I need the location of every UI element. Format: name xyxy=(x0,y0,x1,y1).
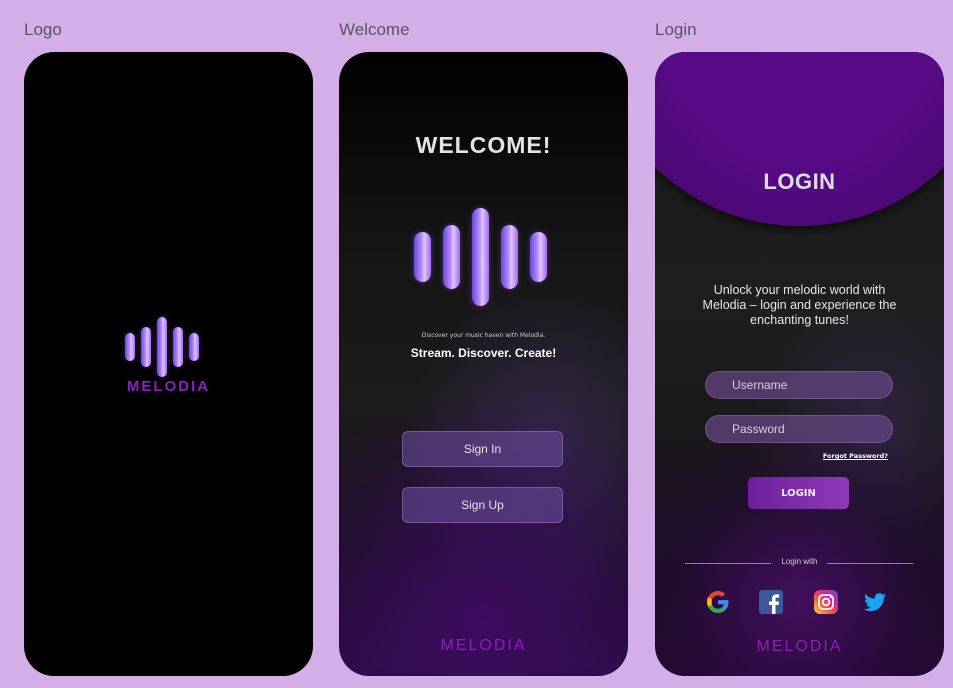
header-dome xyxy=(655,52,944,226)
logo-bar xyxy=(530,232,547,282)
sign-up-button[interactable]: Sign Up xyxy=(402,487,563,523)
forgot-password-link[interactable]: Forgot Password? xyxy=(823,452,888,460)
facebook-icon[interactable] xyxy=(758,589,784,615)
logo-bar xyxy=(414,232,431,282)
logo-screen: MELODIA xyxy=(24,52,313,676)
tagline: Stream. Discover. Create! xyxy=(410,346,557,360)
twitter-icon[interactable] xyxy=(862,589,888,615)
logo-bar xyxy=(501,225,518,289)
welcome-screen: WELCOME! Discover your music haven with … xyxy=(339,52,628,676)
melodia-logo-icon xyxy=(414,207,547,307)
logo-bar xyxy=(472,208,489,306)
logo-bar xyxy=(125,333,135,361)
logo-bar xyxy=(443,225,460,289)
brand-wordmark: MELODIA xyxy=(756,638,843,655)
logo-bar xyxy=(141,327,151,367)
login-with-label: Login with xyxy=(781,557,818,566)
sign-in-button[interactable]: Sign In xyxy=(402,431,563,467)
instagram-icon[interactable] xyxy=(813,589,839,615)
login-button[interactable]: LOGIN xyxy=(748,477,849,509)
google-icon[interactable] xyxy=(705,589,731,615)
discover-text: Discover your music haven with Melodia. xyxy=(421,332,546,339)
logo-bar xyxy=(157,317,167,377)
login-description: Unlock your melodic world with Melodia –… xyxy=(702,283,897,327)
logo-bar xyxy=(189,333,199,361)
login-title: LOGIN xyxy=(763,169,836,194)
melodia-logo-icon xyxy=(125,317,199,377)
logo-bar xyxy=(173,327,183,367)
frame-label-login: Login xyxy=(655,20,697,39)
welcome-title: WELCOME! xyxy=(415,132,552,158)
brand-wordmark: MELODIA xyxy=(440,637,527,654)
password-input[interactable] xyxy=(705,415,893,443)
login-screen: LOGIN Unlock your melodic world with Mel… xyxy=(655,52,944,676)
frame-label-welcome: Welcome xyxy=(339,20,410,39)
brand-wordmark: MELODIA xyxy=(126,378,211,395)
username-input[interactable] xyxy=(705,371,893,399)
frame-label-logo: Logo xyxy=(24,20,62,39)
